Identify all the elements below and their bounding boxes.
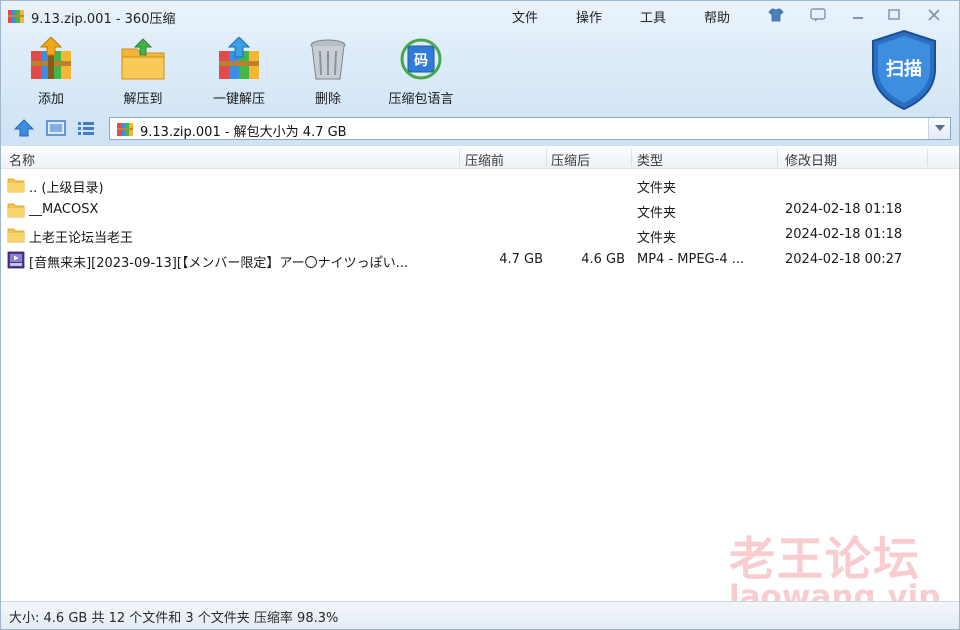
file-row[interactable]: __MACOSX 文件夹 2024-02-18 01:18 <box>1 198 959 223</box>
file-name: .. (上级目录) <box>29 181 104 196</box>
menu-operation[interactable]: 操作 <box>576 7 602 26</box>
folder-icon <box>7 226 25 244</box>
extract-to-icon <box>119 37 167 81</box>
file-size-after: 4.6 GB <box>581 252 625 267</box>
list-view-icon[interactable] <box>75 118 97 138</box>
close-icon[interactable] <box>925 7 943 23</box>
app-icon <box>7 8 25 24</box>
archive-icon <box>116 121 134 137</box>
column-divider[interactable] <box>459 149 460 167</box>
file-name: 上老王论坛当老王 <box>29 231 134 246</box>
menu-tools[interactable]: 工具 <box>640 7 666 26</box>
file-row[interactable]: .. (上级目录) 文件夹 <box>1 173 959 198</box>
column-size-before[interactable]: 压缩前 <box>465 150 504 169</box>
skin-shirt-icon[interactable] <box>767 7 785 23</box>
menu-help[interactable]: 帮助 <box>704 7 730 26</box>
title-bar: 9.13.zip.001 - 360压缩 文件 操作 工具 帮助 <box>1 1 959 31</box>
add-label: 添加 <box>37 92 64 107</box>
one-click-extract-button[interactable]: 一键解压 <box>201 36 277 109</box>
folder-icon <box>7 201 25 219</box>
folder-icon <box>7 176 25 194</box>
file-size-before: 4.7 GB <box>499 252 543 267</box>
archive-language-label: 压缩包语言 <box>388 92 454 107</box>
language-icon: 码 <box>397 37 445 81</box>
archive-language-button[interactable]: 码 压缩包语言 <box>379 37 463 109</box>
window-title: 9.13.zip.001 - 360压缩 <box>31 12 176 27</box>
file-date: 2024-02-18 01:18 <box>785 202 903 217</box>
extract-to-label: 解压到 <box>123 92 163 107</box>
thumbnail-view-icon[interactable] <box>45 118 67 138</box>
scan-button[interactable]: 扫描 <box>867 29 941 111</box>
one-click-extract-icon <box>215 36 263 81</box>
file-type: 文件夹 <box>637 181 677 196</box>
status-text: 大小: 4.6 GB 共 12 个文件和 3 个文件夹 压缩率 98.3% <box>9 611 339 626</box>
app-window: 9.13.zip.001 - 360压缩 文件 操作 工具 帮助 添加 解压到 … <box>0 0 960 630</box>
add-button[interactable]: 添加 <box>15 36 87 109</box>
delete-label: 删除 <box>314 92 341 107</box>
column-header: 名称 压缩前 压缩后 类型 修改日期 <box>1 147 959 169</box>
address-text: 9.13.zip.001 - 解包大小为 4.7 GB <box>140 125 347 140</box>
file-row[interactable]: [音無来未][2023-09-13][【メンバー限定】アー〇ナイツっぽい... … <box>1 248 959 273</box>
feedback-icon[interactable] <box>809 7 827 23</box>
file-type: 文件夹 <box>637 206 677 221</box>
one-click-extract-label: 一键解压 <box>212 92 265 107</box>
status-bar: 大小: 4.6 GB 共 12 个文件和 3 个文件夹 压缩率 98.3% <box>1 601 959 629</box>
add-archive-icon <box>27 36 75 81</box>
scan-label: 扫描 <box>886 58 922 80</box>
column-modified-date[interactable]: 修改日期 <box>785 150 837 169</box>
file-row[interactable]: 上老王论坛当老王 文件夹 2024-02-18 01:18 <box>1 223 959 248</box>
file-date: 2024-02-18 00:27 <box>785 252 903 267</box>
extract-to-button[interactable]: 解压到 <box>107 37 179 109</box>
column-type[interactable]: 类型 <box>637 150 663 169</box>
address-row: 9.13.zip.001 - 解包大小为 4.7 GB <box>1 113 959 143</box>
chevron-down-icon <box>935 125 945 131</box>
file-date: 2024-02-18 01:18 <box>785 227 903 242</box>
column-size-after[interactable]: 压缩后 <box>551 150 590 169</box>
delete-button[interactable]: 删除 <box>293 37 363 109</box>
address-bar[interactable]: 9.13.zip.001 - 解包大小为 4.7 GB <box>109 117 951 140</box>
file-name: [音無来未][2023-09-13][【メンバー限定】アー〇ナイツっぽい... <box>29 256 409 271</box>
video-file-icon <box>7 251 25 269</box>
column-divider[interactable] <box>546 149 547 167</box>
menu-file[interactable]: 文件 <box>512 7 538 26</box>
file-type: MP4 - MPEG-4 ... <box>637 252 745 267</box>
file-type: 文件夹 <box>637 231 677 246</box>
column-divider[interactable] <box>777 149 778 167</box>
column-name[interactable]: 名称 <box>9 150 35 169</box>
column-divider[interactable] <box>631 149 632 167</box>
up-arrow-icon[interactable] <box>13 118 35 138</box>
minimize-icon[interactable] <box>849 7 867 23</box>
maximize-icon[interactable] <box>885 7 903 23</box>
trash-icon <box>304 37 352 81</box>
file-name: __MACOSX <box>29 202 99 217</box>
column-divider[interactable] <box>927 149 928 167</box>
address-dropdown-button[interactable] <box>928 118 950 139</box>
svg-text:码: 码 <box>414 53 428 69</box>
